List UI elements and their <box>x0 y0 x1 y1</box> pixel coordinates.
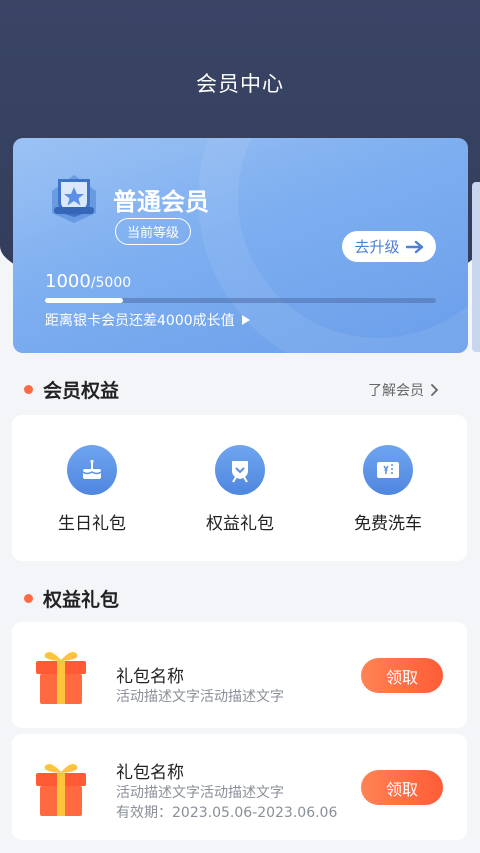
benefit-label: 生日礼包 <box>58 514 126 534</box>
gift-box-icon <box>36 764 86 816</box>
growth-total: /5000 <box>90 275 132 291</box>
member-card: 普通会员 当前等级 去升级 1000/5000 距离银卡会员还差4000成长值 <box>13 138 468 353</box>
growth-progress-bar <box>45 298 436 303</box>
learn-more-label: 了解会员 <box>368 383 424 399</box>
growth-current: 1000 <box>45 271 91 292</box>
scrollbar[interactable] <box>472 182 480 352</box>
growth-progress-fill <box>45 298 124 303</box>
gift-box-icon <box>36 652 86 704</box>
benefits-section-title: 会员权益 <box>24 376 119 403</box>
arrow-right-icon <box>405 240 423 253</box>
play-arrow-icon <box>241 315 250 325</box>
gift-card: 礼包名称 活动描述文字活动描述文字 领取 <box>12 622 467 728</box>
page-title: 会员中心 <box>196 72 284 96</box>
medal-icon <box>215 445 265 495</box>
gift-validity: 有效期：2023.05.06-2023.06.06 <box>116 805 338 821</box>
benefits-title-text: 会员权益 <box>43 380 120 402</box>
gift-card: 礼包名称 活动描述文字活动描述文字 有效期：2023.05.06-2023.06… <box>12 734 467 840</box>
upgrade-button-label: 去升级 <box>354 238 400 256</box>
benefit-rights-gift[interactable]: 权益礼包 <box>180 445 300 534</box>
learn-more-link[interactable]: 了解会员 <box>368 380 438 400</box>
section-dot <box>24 594 33 603</box>
cake-icon <box>67 445 117 495</box>
benefit-free-car-wash[interactable]: 免费洗车 <box>328 445 448 534</box>
benefit-label: 权益礼包 <box>206 514 274 534</box>
member-level-name: 普通会员 <box>113 188 209 216</box>
benefit-birthday-gift[interactable]: 生日礼包 <box>32 445 152 534</box>
star-badge-icon <box>52 175 96 223</box>
ticket-icon <box>363 445 413 495</box>
claim-button[interactable]: 领取 <box>361 658 443 693</box>
gift-description: 活动描述文字活动描述文字 <box>116 785 284 801</box>
section-dot <box>24 385 33 394</box>
growth-progress-text: 1000/5000 <box>45 271 131 292</box>
benefits-card: 生日礼包 权益礼包 免费洗车 <box>12 415 467 561</box>
gift-description: 活动描述文字活动描述文字 <box>116 689 284 705</box>
chevron-right-icon <box>431 384 438 396</box>
upgrade-button[interactable]: 去升级 <box>342 231 436 262</box>
gifts-section-title: 权益礼包 <box>24 585 119 612</box>
gift-name: 礼包名称 <box>116 763 184 783</box>
gifts-title-text: 权益礼包 <box>43 589 120 611</box>
gift-name: 礼包名称 <box>116 667 184 687</box>
benefit-label: 免费洗车 <box>354 514 422 534</box>
current-level-tag: 当前等级 <box>115 218 192 245</box>
growth-gap-link[interactable]: 距离银卡会员还差4000成长值 <box>45 310 251 330</box>
claim-button[interactable]: 领取 <box>361 770 443 805</box>
growth-gap-text: 距离银卡会员还差4000成长值 <box>45 313 235 329</box>
